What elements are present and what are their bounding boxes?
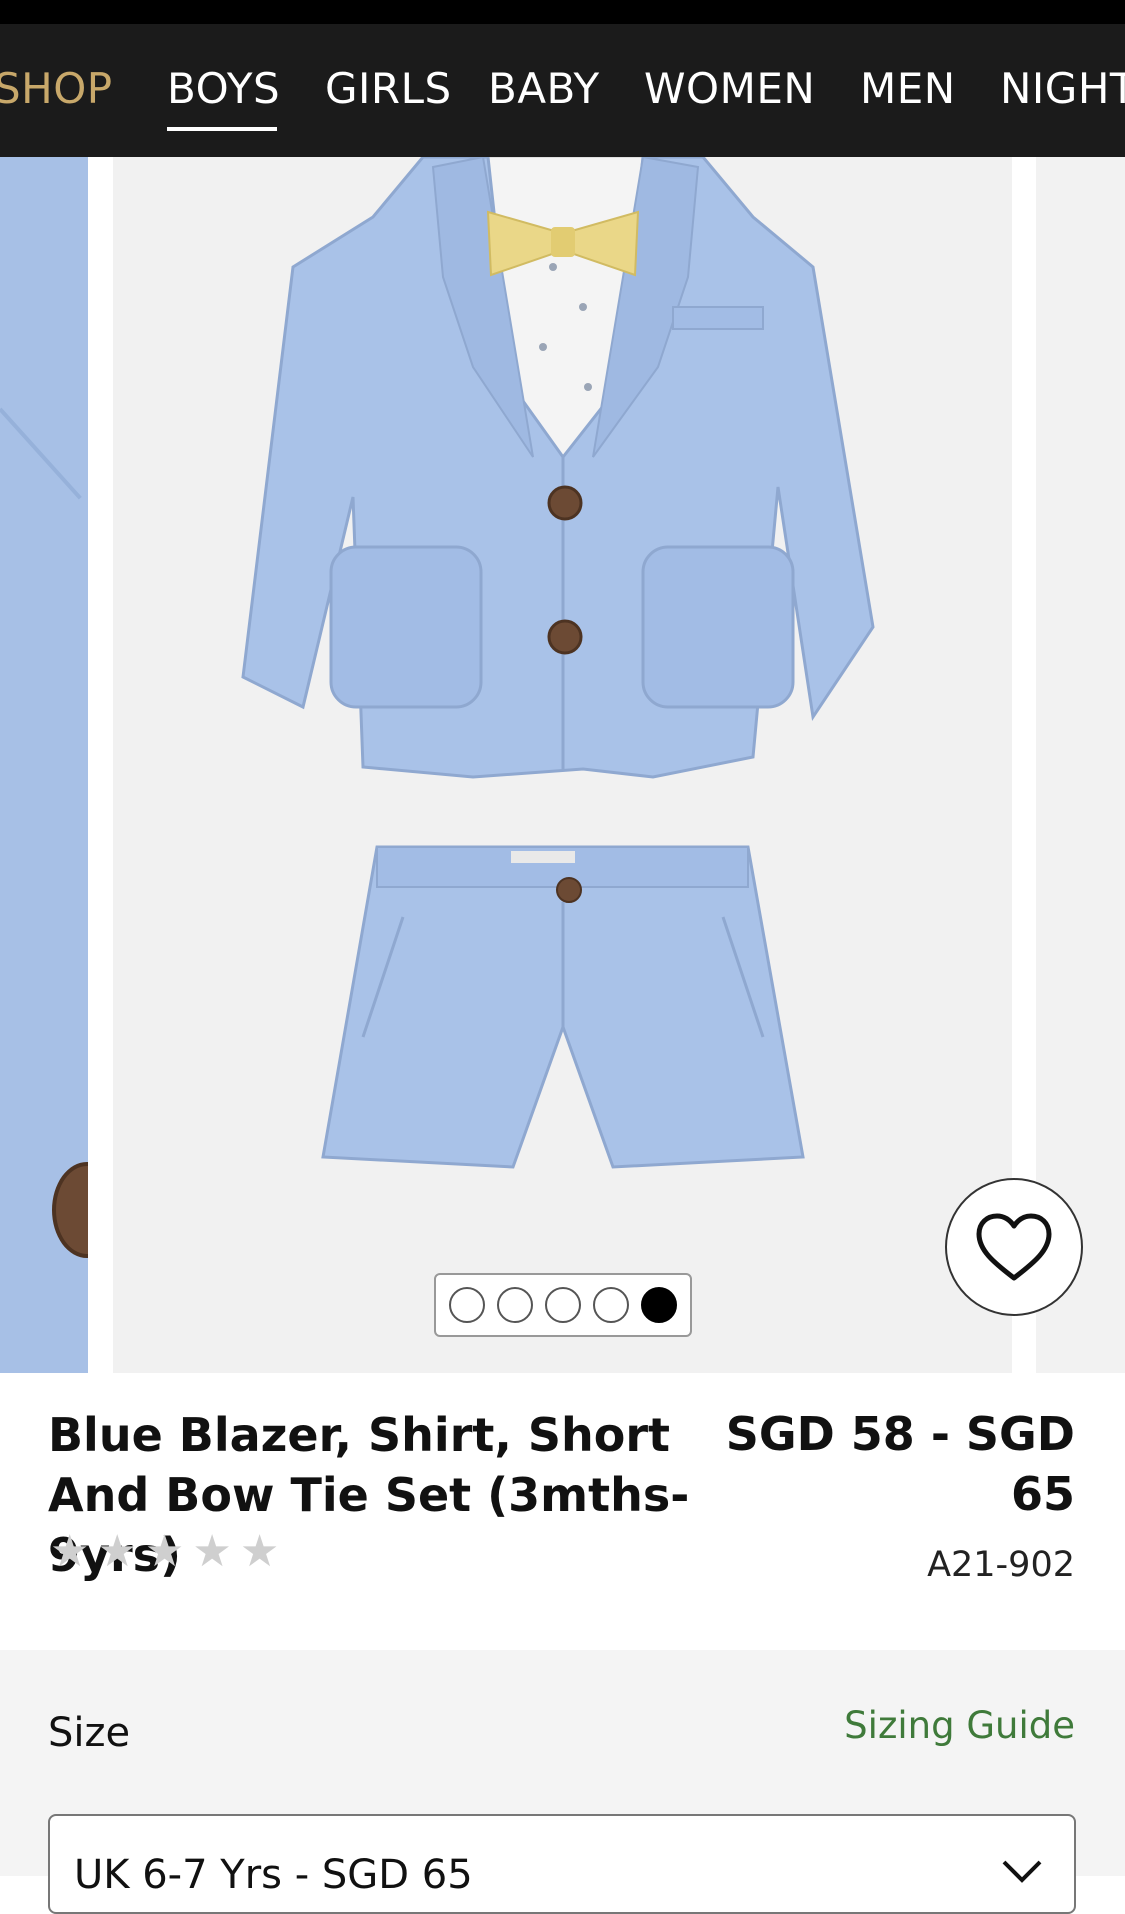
nav-active-indicator — [167, 127, 277, 131]
product-image[interactable] — [113, 157, 1012, 1373]
product-sku: A21-902 — [927, 1545, 1075, 1585]
nav-item-boys[interactable]: BOYS — [167, 64, 280, 113]
size-dropdown[interactable]: UK 6-7 Yrs - SGD 65 — [48, 1814, 1076, 1914]
heart-icon — [976, 1213, 1052, 1281]
category-nav: SHOP BOYS GIRLS BABY WOMEN MEN NIGHT — [0, 24, 1125, 157]
nav-item-women[interactable]: WOMEN — [644, 64, 815, 113]
carousel-dot[interactable] — [449, 1287, 485, 1323]
size-section: Size Sizing Guide UK 6-7 Yrs - SGD 65 — [0, 1650, 1125, 1914]
nav-item-girls[interactable]: GIRLS — [325, 64, 452, 113]
previous-slide-preview[interactable] — [0, 157, 88, 1373]
size-label: Size — [48, 1710, 131, 1756]
product-image-carousel[interactable] — [0, 157, 1125, 1373]
star-icon: ★ — [50, 1526, 90, 1577]
favorite-button[interactable] — [945, 1178, 1083, 1316]
carousel-pagination — [434, 1273, 692, 1337]
carousel-dot[interactable] — [545, 1287, 581, 1323]
product-price: SGD 58 - SGD 65 — [725, 1407, 1075, 1521]
star-icon: ★ — [239, 1526, 280, 1577]
sizing-guide-link[interactable]: Sizing Guide — [844, 1704, 1075, 1747]
size-dropdown-value: UK 6-7 Yrs - SGD 65 — [74, 1852, 473, 1898]
star-icon: ★ — [192, 1526, 232, 1577]
nav-item-baby[interactable]: BABY — [488, 64, 600, 113]
status-bar — [0, 0, 1125, 24]
nav-item-nightwear[interactable]: NIGHT — [1000, 64, 1125, 113]
star-icon: ★ — [144, 1526, 185, 1577]
carousel-dot[interactable] — [497, 1287, 533, 1323]
rating-stars[interactable]: ★ ★ ★ ★ ★ — [50, 1530, 279, 1574]
star-icon: ★ — [97, 1526, 137, 1577]
blazer-and-shorts-illustration — [241, 157, 875, 1169]
nav-item-men[interactable]: MEN — [860, 64, 956, 113]
nav-item-shop[interactable]: SHOP — [0, 64, 113, 113]
carousel-dot[interactable] — [641, 1287, 677, 1323]
carousel-dot[interactable] — [593, 1287, 629, 1323]
chevron-down-icon — [1002, 1860, 1042, 1883]
